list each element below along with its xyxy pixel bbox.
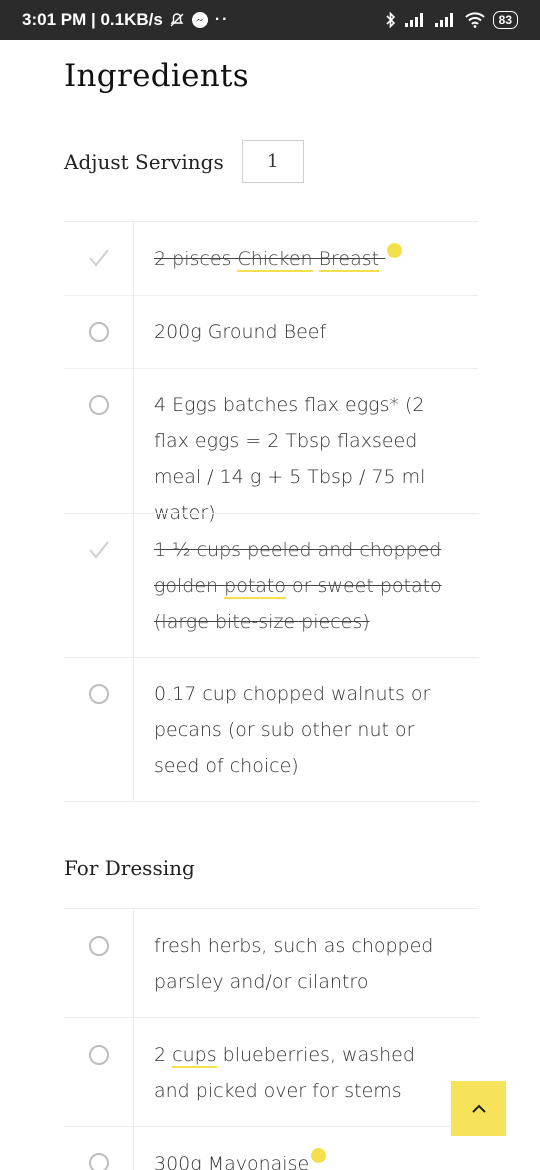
ingredient-checkbox[interactable]	[64, 222, 134, 295]
section-title: For Dressing	[64, 856, 195, 880]
ingredient-checkbox[interactable]	[64, 1018, 134, 1126]
list-item[interactable]: 200g Ground Beef	[64, 295, 478, 368]
circle-icon	[89, 684, 109, 704]
annotation-icon[interactable]	[311, 1148, 327, 1163]
messenger-icon	[191, 11, 209, 29]
ingredient-checkbox[interactable]	[64, 1127, 134, 1170]
servings-label: Adjust Servings	[64, 149, 224, 174]
list-item[interactable]: 0.17 cup chopped walnuts or pecans (or s…	[64, 657, 478, 802]
servings-row: Adjust Servings	[64, 140, 304, 183]
check-icon	[89, 541, 109, 559]
list-item[interactable]: 4 Eggs batches flax eggs* (2 flax eggs =…	[64, 368, 478, 524]
circle-icon	[89, 1153, 109, 1170]
annotation-icon[interactable]	[387, 243, 403, 258]
ingredient-text: 1 ½ cups peeled and chopped golden potat…	[154, 539, 442, 633]
dressing-list: fresh herbs, such as chopped parsley and…	[64, 908, 478, 1170]
mute-icon	[169, 12, 185, 28]
wifi-icon	[464, 12, 485, 28]
chevron-up-icon	[471, 1104, 486, 1113]
circle-icon	[89, 936, 109, 956]
check-icon	[89, 249, 109, 267]
list-item[interactable]: 300g Mayonaise	[64, 1126, 478, 1170]
ingredient-checkbox[interactable]	[64, 369, 134, 513]
servings-input[interactable]	[241, 140, 304, 183]
signal-icon	[404, 13, 427, 27]
list-item[interactable]: fresh herbs, such as chopped parsley and…	[64, 908, 478, 1017]
circle-icon	[89, 322, 109, 342]
battery-icon: 83	[492, 11, 518, 29]
bluetooth-icon	[385, 11, 397, 29]
list-item[interactable]: 2 cups blueberries, washed and picked ov…	[64, 1017, 478, 1126]
ingredient-text: 2 cups blueberries, washed and picked ov…	[154, 1044, 415, 1102]
list-item[interactable]: 1 ½ cups peeled and chopped golden potat…	[64, 513, 478, 657]
ingredient-text: 300g Mayonaise	[134, 1127, 478, 1170]
ingredient-list: 2 pisces Chicken Breast 200g Ground Beef…	[64, 221, 478, 802]
status-time: 3:01 PM | 0.1KB/s	[22, 10, 163, 29]
ingredient-text: 2 pisces Chicken Breast	[134, 222, 478, 295]
more-dots-icon: ··	[214, 11, 230, 28]
ingredient-text: 200g Ground Beef	[154, 321, 327, 343]
ingredient-text: 4 Eggs batches flax eggs* (2 flax eggs =…	[154, 394, 426, 524]
status-bar: 3:01 PM | 0.1KB/s ·· 83	[0, 0, 540, 40]
ingredient-text: fresh herbs, such as chopped parsley and…	[154, 935, 434, 993]
ingredient-checkbox[interactable]	[64, 296, 134, 368]
ingredient-checkbox[interactable]	[64, 514, 134, 657]
signal-icon	[434, 13, 457, 27]
page-title: Ingredients	[64, 58, 249, 94]
list-item[interactable]: 2 pisces Chicken Breast	[64, 221, 478, 295]
ingredient-text: 0.17 cup chopped walnuts or pecans (or s…	[154, 683, 431, 777]
ingredient-checkbox[interactable]	[64, 909, 134, 1017]
circle-icon	[89, 395, 109, 415]
circle-icon	[89, 1045, 109, 1065]
scroll-to-top-button[interactable]	[451, 1081, 506, 1136]
ingredient-checkbox[interactable]	[64, 658, 134, 801]
